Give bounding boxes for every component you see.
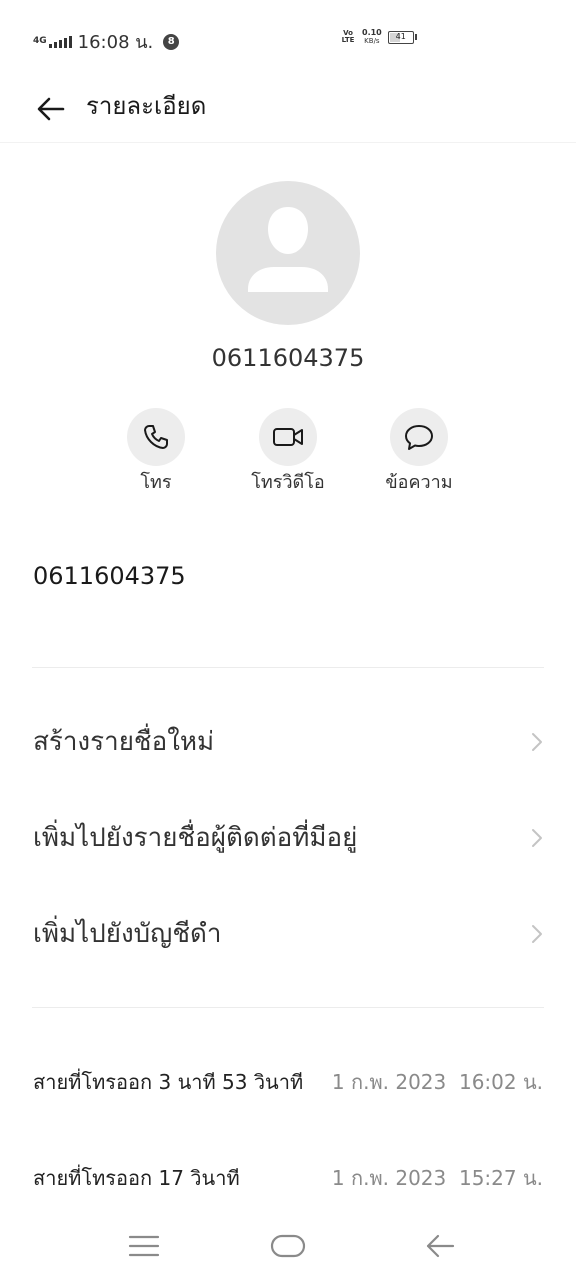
message-label: ข้อความ [385, 472, 453, 493]
status-bar: 4G 16:08 น. 8 Vo LTE 0.10 KB/s 41 [0, 0, 576, 76]
call-log-type: สายที่โทรออก 17 วินาที [33, 1166, 240, 1190]
call-log-row[interactable]: สายที่โทรออก 17 วินาที 1 ก.พ. 2023 15:27… [0, 1158, 576, 1198]
network-type: 4G [33, 36, 47, 46]
section-divider [32, 1007, 544, 1008]
signal-icon [48, 35, 72, 48]
video-call-button[interactable] [259, 408, 317, 466]
section-divider [32, 667, 544, 668]
call-log-datetime: 1 ก.พ. 2023 15:27 น. [331, 1166, 543, 1190]
back-nav-button[interactable] [416, 1226, 464, 1266]
app-bar-divider [0, 142, 576, 143]
recent-apps-button[interactable] [120, 1226, 168, 1266]
home-button[interactable] [264, 1226, 312, 1266]
status-time: 16:08 น. [77, 32, 154, 53]
message-button[interactable] [390, 408, 448, 466]
menu-item-label: เพิ่มไปยังรายชื่อผู้ติดต่อที่มีอยู่ [33, 823, 358, 853]
phone-number-entry[interactable]: 0611604375 [33, 560, 186, 592]
battery-level: 41 [395, 31, 406, 41]
contact-number: 0611604375 [211, 344, 365, 372]
navigation-bar [0, 1214, 576, 1280]
menu-item-label: สร้างรายชื่อใหม่ [33, 727, 215, 757]
avatar[interactable] [216, 181, 360, 325]
call-log-type: สายที่โทรออก 3 นาที 53 วินาที [33, 1070, 304, 1094]
call-label: โทร [140, 472, 172, 493]
chat-bubble-icon [405, 425, 433, 450]
video-camera-icon [273, 428, 303, 446]
battery-tip [414, 34, 417, 40]
call-action[interactable]: โทร [91, 408, 221, 496]
call-log-datetime: 1 ก.พ. 2023 16:02 น. [331, 1070, 543, 1094]
add-to-existing-contact-item[interactable]: เพิ่มไปยังรายชื่อผู้ติดต่อที่มีอยู่ [0, 808, 576, 868]
battery-icon: 41 [387, 30, 414, 44]
menu-icon [128, 1235, 160, 1257]
status-right: Vo LTE 0.10 KB/s 41 [340, 29, 417, 45]
chevron-right-icon [532, 733, 542, 751]
person-icon [248, 207, 328, 292]
volte-icon: Vo LTE [341, 29, 355, 44]
page-title: รายละเอียด [86, 92, 207, 120]
message-action[interactable]: ข้อความ [354, 408, 484, 496]
chevron-right-icon [532, 925, 542, 943]
phone-icon [144, 425, 168, 449]
video-call-action[interactable]: โทรวิดีโอ [223, 408, 353, 496]
network-speed-value: 0.10 [362, 28, 382, 37]
contact-detail-screen: 4G 16:08 น. 8 Vo LTE 0.10 KB/s 41 รายละเ… [0, 0, 576, 1280]
notification-badge: 8 [163, 33, 180, 50]
back-icon [426, 1234, 455, 1258]
app-bar: รายละเอียด [0, 76, 576, 142]
create-new-contact-item[interactable]: สร้างรายชื่อใหม่ [0, 712, 576, 772]
home-icon [270, 1234, 306, 1258]
network-speed: 0.10 KB/s [362, 28, 382, 46]
status-left: 4G 16:08 น. 8 [33, 27, 180, 56]
chevron-right-icon [532, 829, 542, 847]
arrow-left-icon [37, 97, 65, 121]
network-speed-unit: KB/s [364, 37, 380, 45]
call-log-row[interactable]: สายที่โทรออก 3 นาที 53 วินาที 1 ก.พ. 202… [0, 1062, 576, 1102]
call-button[interactable] [127, 408, 185, 466]
video-call-label: โทรวิดีโอ [251, 472, 325, 493]
back-button[interactable] [30, 88, 72, 130]
add-to-blocklist-item[interactable]: เพิ่มไปยังบัญชีดำ [0, 904, 576, 964]
menu-item-label: เพิ่มไปยังบัญชีดำ [33, 919, 222, 949]
